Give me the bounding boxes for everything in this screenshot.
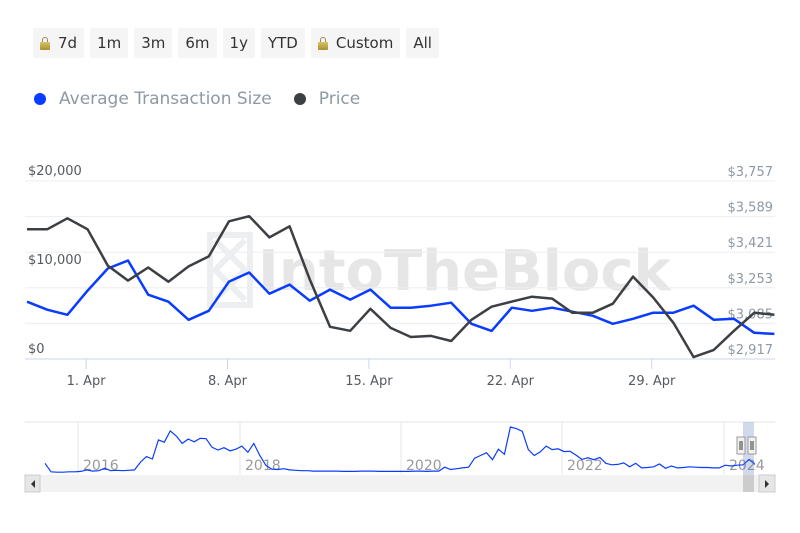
navigator-handle[interactable] — [747, 436, 757, 455]
y-right-tick-label: $2,917 — [728, 343, 774, 358]
range-button-6m[interactable]: 6m — [178, 28, 217, 58]
y-left-tick-label: $20,000 — [28, 164, 82, 179]
scroll-left-arrow-icon — [31, 480, 35, 488]
main-chart: IntoTheBlock $0 $10,000 $20,000 $2,917 $3,0… — [24, 164, 776, 493]
navigator-year-label: 2022 — [567, 458, 603, 474]
legend-item-price[interactable]: Price — [293, 89, 361, 109]
scrollbar-thumb[interactable] — [743, 475, 754, 492]
x-axis: 1. Apr 8. Apr 15. Apr 22. Apr 29. Apr — [67, 359, 676, 389]
navigator-selected-range[interactable] — [743, 422, 754, 492]
navigator-series-line — [44, 426, 756, 473]
scroll-right-arrow-icon — [765, 480, 769, 488]
navigator-year-label: 2016 — [83, 458, 119, 474]
navigator-handle-body — [736, 436, 746, 455]
y-axis-right: $2,917 $3,085 $3,253 $3,421 $3,589 $3,757 — [728, 165, 774, 358]
watermark-logo-icon — [207, 232, 253, 308]
x-tick-label: 1. Apr — [67, 374, 107, 389]
series — [26, 214, 775, 359]
y-right-tick-label: $3,253 — [728, 272, 774, 287]
navigator-year-label: 2024 — [729, 458, 765, 474]
range-button-all[interactable]: All — [406, 28, 439, 58]
x-tick-label: 8. Apr — [208, 374, 248, 389]
range-button-label: 6m — [185, 34, 210, 52]
gridlines — [25, 180, 775, 360]
avg-tx-size-line — [26, 259, 775, 336]
y-right-tick-label: $3,757 — [728, 165, 774, 180]
navigator-handle[interactable] — [736, 436, 746, 455]
scrollbar-right-button[interactable] — [758, 474, 776, 493]
navigator-handle-body — [747, 436, 757, 455]
range-button-1y[interactable]: 1y — [222, 28, 255, 58]
range-button-label: 1y — [229, 34, 248, 52]
price-legend-dot — [293, 93, 306, 105]
legend-item-avg-tx-size[interactable]: Average Transaction Size — [34, 89, 272, 109]
y-right-tick-label: $3,589 — [728, 201, 774, 216]
price-line — [27, 214, 775, 359]
range-button-custom[interactable]: Custom — [310, 28, 401, 58]
chart-legend: Average Transaction Size Price — [34, 89, 382, 109]
lock-icon — [40, 36, 50, 50]
watermark-text: IntoTheBlock — [258, 239, 673, 304]
avg-tx-size-legend-dot — [34, 93, 46, 105]
legend-label-avg-tx-size: Average Transaction Size — [59, 89, 272, 109]
range-button-1m[interactable]: 1m — [90, 28, 129, 58]
scrollbar-track[interactable] — [25, 475, 775, 492]
range-button-label: Custom — [335, 34, 394, 52]
range-button-ytd[interactable]: YTD — [260, 28, 305, 58]
navigator-year-label: 2020 — [406, 458, 442, 474]
range-button-label: 1m — [97, 34, 122, 52]
range-button-label: All — [413, 34, 432, 52]
x-tick-label: 22. Apr — [487, 374, 535, 389]
y-axis-left: $0 $10,000 $20,000 — [28, 164, 82, 357]
range-selector: 7d 1m 3m 6m 1y YTD Custom All — [33, 28, 439, 58]
range-button-label: 7d — [58, 34, 78, 52]
legend-label-price: Price — [318, 89, 361, 109]
lock-icon — [317, 36, 328, 50]
y-left-tick-label: $0 — [28, 342, 45, 357]
navigator: 2016 2018 2020 2022 2024 — [24, 421, 776, 493]
watermark: IntoTheBlock — [207, 232, 673, 308]
scrollbar-left-button[interactable] — [24, 474, 41, 493]
range-button-label: 3m — [141, 34, 166, 52]
y-right-tick-label: $3,085 — [728, 307, 774, 322]
range-button-label: YTD — [267, 34, 298, 52]
navigator-year-label: 2018 — [245, 458, 281, 474]
range-button-7d[interactable]: 7d — [33, 28, 85, 58]
x-tick-label: 29. Apr — [628, 374, 676, 389]
x-tick-label: 15. Apr — [345, 374, 393, 389]
range-button-3m[interactable]: 3m — [134, 28, 173, 58]
y-right-tick-label: $3,421 — [728, 236, 774, 251]
y-left-tick-label: $10,000 — [28, 253, 82, 268]
